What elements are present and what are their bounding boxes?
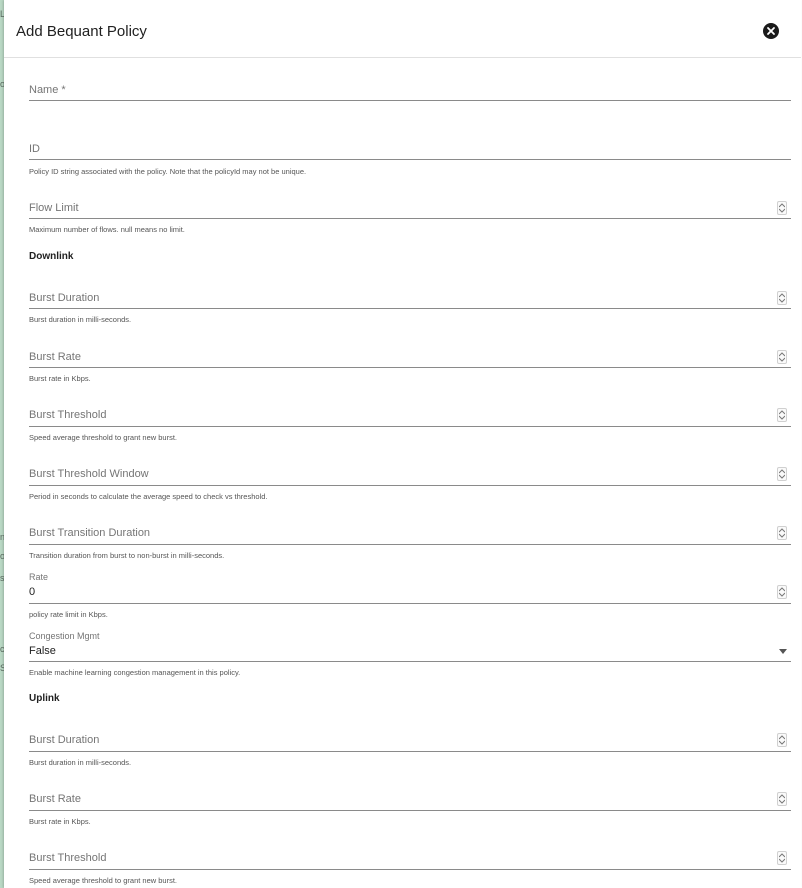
close-icon[interactable] — [763, 23, 779, 39]
add-bequant-policy-dialog: Add Bequant Policy Name * ID Policy ID s… — [4, 0, 801, 888]
downlink-burst-duration-hint: Burst duration in milli-seconds. — [29, 315, 132, 324]
downlink-rate-spinner-icon[interactable] — [777, 585, 787, 599]
downlink-burst-threshold-window-hint: Period in seconds to calculate the avera… — [29, 492, 268, 501]
downlink-burst-duration-underline — [29, 308, 791, 309]
dialog-header: Add Bequant Policy — [4, 0, 801, 58]
uplink-burst-duration-label: Burst Duration — [29, 734, 100, 746]
id-hint: Policy ID string associated with the pol… — [29, 167, 307, 176]
downlink-burst-rate-hint: Burst rate in Kbps. — [29, 374, 91, 383]
downlink-heading: Downlink — [29, 251, 74, 262]
flow-limit-label: Flow Limit — [29, 202, 79, 214]
downlink-congestion-mgmt-underline — [29, 661, 791, 662]
uplink-burst-threshold-spinner-icon[interactable] — [777, 851, 787, 865]
downlink-congestion-mgmt-label: Congestion Mgmt — [29, 631, 100, 641]
downlink-rate-value: 0 — [29, 586, 36, 598]
downlink-burst-threshold-spinner-icon[interactable] — [777, 408, 787, 422]
downlink-burst-threshold-field[interactable]: Burst Threshold Speed average threshold … — [29, 407, 791, 447]
uplink-burst-rate-label: Burst Rate — [29, 793, 81, 805]
uplink-burst-duration-underline — [29, 751, 791, 752]
downlink-burst-threshold-window-label: Burst Threshold Window — [29, 468, 149, 480]
downlink-congestion-mgmt-select[interactable]: Congestion Mgmt False Enable machine lea… — [29, 630, 791, 680]
downlink-burst-threshold-label: Burst Threshold — [29, 409, 107, 421]
downlink-burst-rate-field[interactable]: Burst Rate Burst rate in Kbps. — [29, 349, 791, 389]
name-underline — [29, 100, 791, 101]
downlink-burst-threshold-window-spinner-icon[interactable] — [777, 467, 787, 481]
uplink-burst-rate-hint: Burst rate in Kbps. — [29, 817, 91, 826]
downlink-burst-transition-duration-hint: Transition duration from burst to non-bu… — [29, 551, 225, 560]
downlink-burst-transition-duration-underline — [29, 544, 791, 545]
downlink-burst-rate-spinner-icon[interactable] — [777, 350, 787, 364]
uplink-burst-threshold-label: Burst Threshold — [29, 852, 107, 864]
downlink-burst-duration-spinner-icon[interactable] — [777, 291, 787, 305]
uplink-burst-rate-field[interactable]: Burst Rate Burst rate in Kbps. — [29, 791, 791, 831]
downlink-rate-field[interactable]: Rate 0 policy rate limit in Kbps. — [29, 571, 791, 621]
downlink-burst-threshold-window-underline — [29, 485, 791, 486]
uplink-burst-duration-field[interactable]: Burst Duration Burst duration in milli-s… — [29, 732, 791, 772]
downlink-rate-label: Rate — [29, 572, 49, 582]
downlink-burst-duration-field[interactable]: Burst Duration Burst duration in milli-s… — [29, 290, 791, 330]
dialog-title: Add Bequant Policy — [16, 23, 147, 40]
id-field[interactable]: ID Policy ID string associated with the … — [29, 141, 791, 181]
downlink-congestion-mgmt-hint: Enable machine learning congestion manag… — [29, 668, 241, 677]
downlink-rate-underline — [29, 603, 791, 604]
name-label: Name * — [29, 84, 66, 96]
downlink-burst-transition-duration-field[interactable]: Burst Transition Duration Transition dur… — [29, 525, 791, 565]
flow-limit-underline — [29, 218, 791, 219]
flow-limit-spinner-icon[interactable] — [777, 201, 787, 215]
name-field[interactable]: Name * — [29, 82, 791, 104]
downlink-burst-threshold-hint: Speed average threshold to grant new bur… — [29, 433, 178, 442]
uplink-burst-threshold-underline — [29, 869, 791, 870]
flow-limit-field[interactable]: Flow Limit Maximum number of flows. null… — [29, 200, 791, 240]
downlink-burst-transition-duration-spinner-icon[interactable] — [777, 526, 787, 540]
downlink-burst-threshold-underline — [29, 426, 791, 427]
uplink-burst-rate-spinner-icon[interactable] — [777, 792, 787, 806]
downlink-burst-duration-label: Burst Duration — [29, 292, 100, 304]
uplink-heading: Uplink — [29, 693, 60, 704]
id-label: ID — [29, 143, 40, 155]
downlink-rate-hint: policy rate limit in Kbps. — [29, 610, 108, 619]
downlink-burst-threshold-window-field[interactable]: Burst Threshold Window Period in seconds… — [29, 466, 791, 506]
uplink-burst-duration-hint: Burst duration in milli-seconds. — [29, 758, 132, 767]
uplink-burst-rate-underline — [29, 810, 791, 811]
downlink-burst-rate-label: Burst Rate — [29, 351, 81, 363]
id-underline — [29, 159, 791, 160]
dropdown-arrow-icon[interactable] — [779, 649, 787, 654]
flow-limit-hint: Maximum number of flows. null means no l… — [29, 225, 185, 234]
uplink-burst-duration-spinner-icon[interactable] — [777, 733, 787, 747]
downlink-burst-transition-duration-label: Burst Transition Duration — [29, 527, 151, 539]
downlink-burst-rate-underline — [29, 367, 791, 368]
downlink-congestion-mgmt-value: False — [29, 645, 56, 657]
uplink-burst-threshold-field[interactable]: Burst Threshold Speed average threshold … — [29, 850, 791, 888]
uplink-burst-threshold-hint: Speed average threshold to grant new bur… — [29, 876, 178, 885]
